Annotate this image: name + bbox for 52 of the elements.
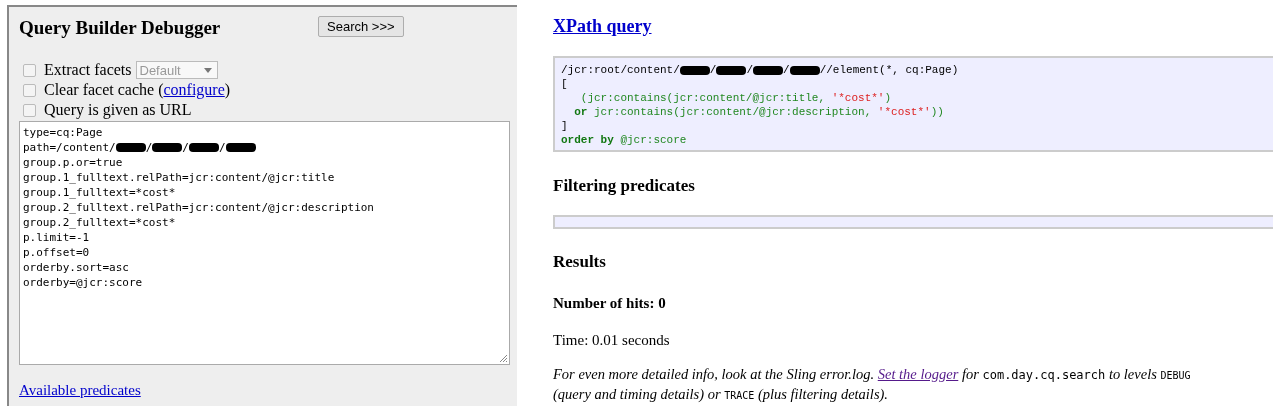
redaction-mark bbox=[152, 143, 183, 152]
query-line: orderby.sort=asc bbox=[23, 261, 129, 274]
query-line: type=cq:Page bbox=[23, 126, 103, 139]
redaction-mark bbox=[789, 65, 820, 75]
query-line: group.1_fulltext=*cost* bbox=[23, 186, 176, 199]
redaction-mark bbox=[716, 65, 747, 75]
query-input-field[interactable] bbox=[19, 121, 510, 365]
option-label: Extract facets bbox=[44, 61, 132, 79]
code-line: (jcr:contains(jcr:content/@jcr:title, '*cost*') bbox=[579, 92, 892, 104]
code-line: ] bbox=[561, 120, 568, 132]
query-line: group.2_fulltext.relPath=jcr:content/@jcr:description bbox=[23, 201, 374, 214]
redaction-mark bbox=[115, 143, 146, 152]
redaction-mark bbox=[679, 65, 710, 75]
code-line: order by @jcr:score bbox=[561, 134, 687, 146]
checkbox[interactable] bbox=[23, 83, 36, 97]
time-text: Time: 0.01 seconds bbox=[553, 332, 671, 349]
logging-note: For even more detailed info, look at the Sling error.log. Set the logger for com.day.cq.search to levels DEBUG (query and timing details) or TRACE (plus filtering details). bbox=[553, 365, 1192, 404]
redaction-mark bbox=[188, 143, 219, 152]
query-line: group.2_fulltext=*cost* bbox=[23, 216, 176, 229]
checkbox[interactable] bbox=[23, 63, 36, 77]
resize-grip-icon[interactable] bbox=[498, 353, 508, 363]
xpath-query-link[interactable]: XPath query bbox=[553, 16, 652, 37]
query-text: / bbox=[182, 141, 189, 154]
code-text: / bbox=[709, 64, 717, 76]
dropdown-arrow-icon bbox=[203, 67, 212, 73]
option-label: Query is given as URL bbox=[44, 101, 192, 119]
query-text: path=/content/ bbox=[23, 141, 116, 154]
query-line: p.offset=0 bbox=[23, 246, 90, 259]
query-line: orderby=@jcr:score bbox=[23, 276, 143, 289]
set-logger-link[interactable]: Set the logger bbox=[877, 366, 959, 382]
redaction-mark bbox=[225, 143, 256, 152]
code-line: [ bbox=[561, 78, 568, 90]
query-text: / bbox=[145, 141, 153, 154]
query-text: / bbox=[218, 141, 226, 154]
configure-link[interactable]: configure bbox=[163, 81, 225, 98]
query-line: group.1_fulltext.relPath=jcr:content/@jcr:title bbox=[23, 171, 335, 184]
filtering-heading: Filtering predicates bbox=[553, 176, 696, 196]
code-text: / bbox=[783, 64, 790, 76]
query-line: group.p.or=true bbox=[23, 156, 123, 169]
option-label: Clear facet cache (configure) bbox=[44, 81, 231, 99]
panel-title: Query Builder Debugger bbox=[19, 17, 222, 39]
search-button[interactable]: Search >>> bbox=[318, 15, 404, 37]
results-heading: Results bbox=[553, 252, 607, 272]
code-text: / bbox=[746, 64, 754, 76]
code-line: or jcr:contains(jcr:content/@jcr:description, '*cost*')) bbox=[573, 106, 944, 118]
checkbox[interactable] bbox=[23, 103, 36, 117]
redaction-mark bbox=[753, 65, 784, 75]
hits-count: Number of hits: 0 bbox=[553, 295, 667, 312]
code-text: /jcr:root/content/ bbox=[561, 64, 680, 76]
query-line: p.limit=-1 bbox=[23, 231, 90, 244]
code-text: //element(*, cq:Page) bbox=[819, 64, 959, 76]
available-predicates-link[interactable]: Available predicates bbox=[19, 382, 141, 399]
